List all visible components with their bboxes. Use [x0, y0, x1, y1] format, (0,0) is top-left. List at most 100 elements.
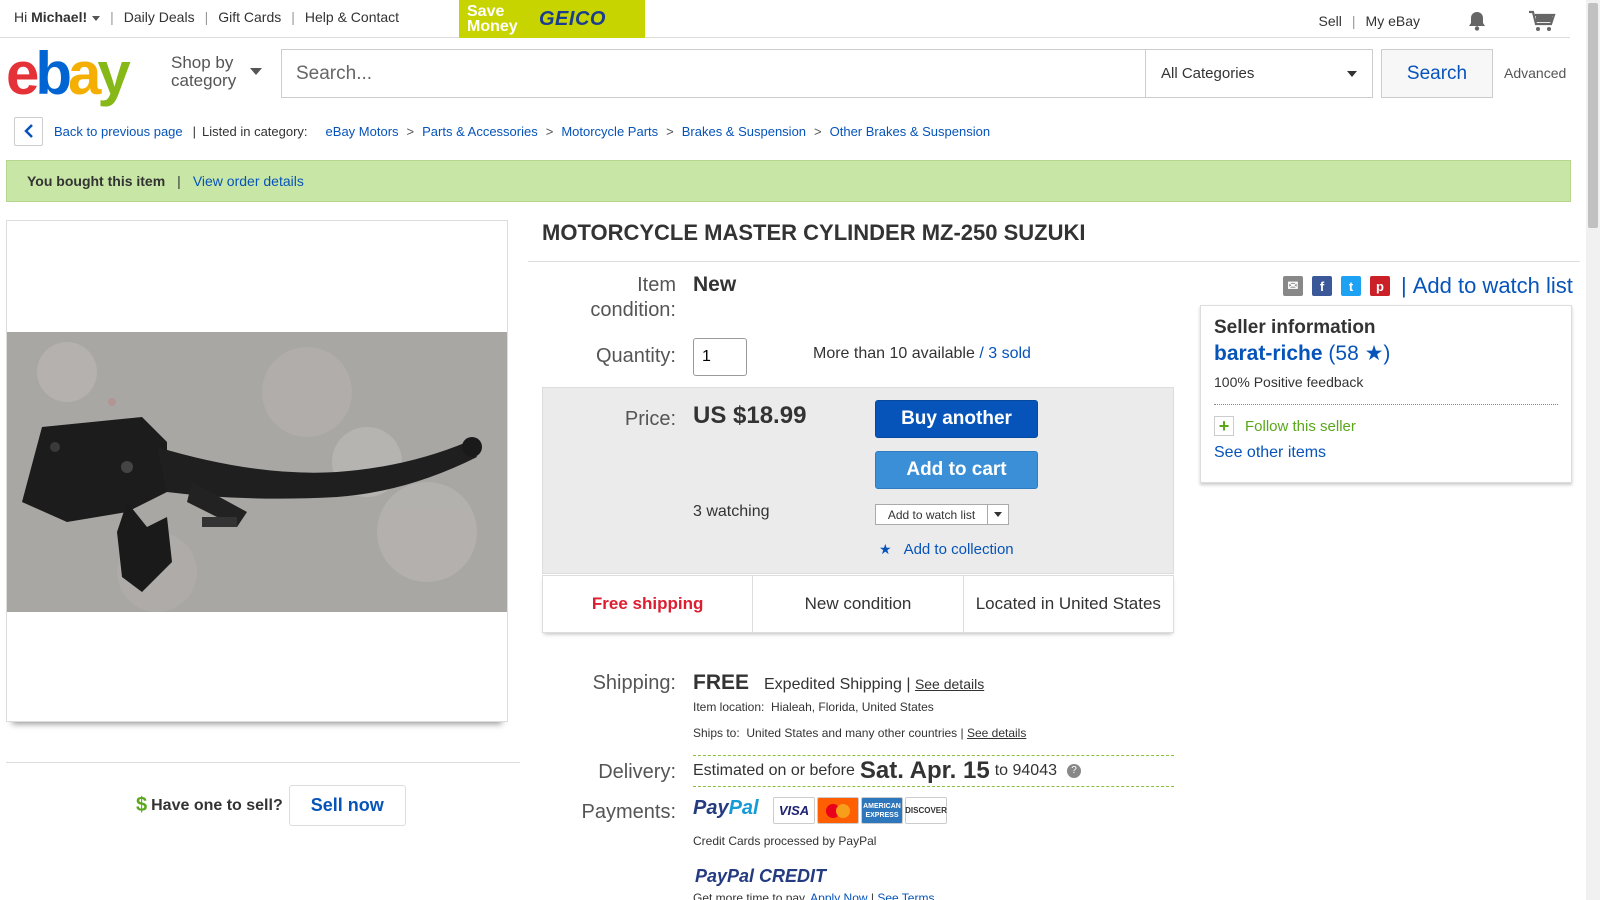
breadcrumb-separator: >	[545, 123, 554, 139]
price-value: US $18.99	[693, 402, 807, 429]
feedback-star-icon: ★	[1364, 342, 1384, 365]
breadcrumb-item-brakes-suspension[interactable]: Brakes & Suspension	[682, 124, 806, 139]
back-to-previous-link[interactable]: Back to previous page	[54, 124, 183, 139]
item-title: MOTORCYCLE MASTER CYLINDER MZ-250 SUZUKI	[542, 220, 1086, 245]
add-to-collection-link[interactable]: ★ Add to collection	[879, 541, 1014, 558]
have-one-to-sell-text: Have one to sell?	[151, 796, 283, 814]
search-bar: All Categories	[281, 49, 1373, 98]
topbar-right: Sell | My eBay	[1319, 9, 1556, 33]
price-label: Price:	[624, 408, 676, 430]
chevron-down-icon	[994, 512, 1002, 517]
search-input[interactable]	[282, 50, 1145, 97]
divider	[528, 261, 1580, 262]
sell-promo: $ Have one to sell? Sell now	[136, 785, 406, 826]
shop-by-category-button[interactable]: Shop by category	[171, 54, 262, 90]
add-to-cart-button[interactable]: Add to cart	[875, 451, 1038, 489]
main-header: ebay Shop by category All Categories Sea…	[0, 40, 1570, 110]
ebay-logo[interactable]: ebay	[6, 44, 131, 104]
ships-to-details-link[interactable]: See details	[967, 726, 1026, 740]
buy-another-button[interactable]: Buy another	[875, 400, 1038, 438]
ad-save-money-text: Save Money	[467, 3, 518, 35]
advanced-search-link[interactable]: Advanced	[1504, 65, 1566, 81]
item-image-panel[interactable]	[6, 220, 508, 722]
separator: |	[1401, 273, 1407, 298]
breadcrumb-item-ebay-motors[interactable]: eBay Motors	[326, 124, 399, 139]
paypal-credit-promo: Get more time to pay. Apply Now | See Te…	[693, 891, 935, 900]
separator: |	[1351, 13, 1356, 29]
payment-card-logos: VISA AMERICAN EXPRESS DISCOVER	[773, 797, 949, 824]
discover-logo: DISCOVER	[905, 797, 947, 824]
follow-seller-button[interactable]: + Follow this seller	[1214, 416, 1558, 436]
purchase-status-banner: You bought this item | View order detail…	[6, 160, 1571, 202]
gift-cards-link[interactable]: Gift Cards	[218, 9, 281, 25]
pinterest-icon[interactable]: p	[1370, 276, 1390, 296]
quantity-input[interactable]	[693, 338, 747, 376]
facebook-icon[interactable]: f	[1312, 276, 1332, 296]
shopping-cart-icon[interactable]	[1528, 9, 1556, 33]
geico-ad-banner[interactable]: Save Money GEICO	[459, 0, 645, 38]
star-icon: ★	[879, 541, 892, 557]
condition-label: Item condition:	[590, 274, 676, 321]
help-contact-link[interactable]: Help & Contact	[305, 9, 399, 25]
seller-name-row: barat-riche (58 ★)	[1214, 341, 1558, 366]
email-icon[interactable]: ✉	[1283, 276, 1303, 296]
dollar-icon: $	[136, 794, 148, 816]
seller-information-box: Seller information barat-riche (58 ★) 10…	[1200, 305, 1572, 483]
user-greeting[interactable]: Hi Michael!	[14, 9, 101, 25]
breadcrumb-item-other-brakes-suspension[interactable]: Other Brakes & Suspension	[830, 124, 990, 139]
seller-name-link[interactable]: barat-riche	[1214, 342, 1323, 365]
scrollbar-thumb[interactable]	[1588, 3, 1598, 228]
user-name: Michael!	[31, 9, 88, 25]
add-to-watch-list-link[interactable]: Add to watch list	[1413, 273, 1573, 299]
availability-text: More than 10 available / 3 sold	[813, 345, 1031, 362]
quantity-label: Quantity:	[595, 345, 676, 367]
item-photo[interactable]	[7, 332, 507, 612]
credit-cards-processed-text: Credit Cards processed by PayPal	[693, 834, 877, 848]
location-highlight: Located in United States	[975, 594, 1161, 613]
new-condition-highlight: New condition	[753, 576, 964, 632]
chevron-down-icon	[1347, 70, 1357, 77]
slash-separator: /	[979, 345, 984, 362]
chevron-down-icon	[250, 68, 262, 75]
back-button[interactable]	[14, 116, 43, 146]
delivery-estimate: Estimated on or before Sat. Apr. 15 to 9…	[693, 755, 1174, 787]
search-button[interactable]: Search	[1381, 49, 1493, 98]
item-location: Item location: Hialeah, Florida, United …	[693, 700, 934, 714]
seller-info-heading: Seller information	[1214, 317, 1376, 338]
ships-to: Ships to: United States and many other c…	[693, 726, 1027, 740]
topbar-left: Hi Michael! | Daily Deals | Gift Cards |…	[14, 9, 399, 25]
breadcrumb: Back to previous page | Listed in catego…	[14, 116, 990, 146]
notification-bell-icon[interactable]	[1466, 10, 1488, 32]
sell-now-button[interactable]: Sell now	[288, 785, 406, 826]
amex-logo: AMERICAN EXPRESS	[861, 797, 903, 824]
condition-value: New	[693, 273, 737, 296]
separator: |	[110, 9, 114, 25]
my-ebay-link[interactable]: My eBay	[1366, 13, 1420, 29]
delivery-label: Delivery:	[598, 761, 676, 783]
sell-link[interactable]: Sell	[1319, 13, 1342, 29]
shipping-label: Shipping:	[592, 672, 676, 694]
sold-count-link[interactable]: 3 sold	[988, 345, 1031, 362]
see-details-link[interactable]: See details	[915, 676, 984, 692]
divider	[6, 762, 520, 763]
add-to-watch-list-button[interactable]: Add to watch list	[876, 505, 988, 524]
breadcrumb-item-motorcycle-parts[interactable]: Motorcycle Parts	[561, 124, 658, 139]
watch-list-options-toggle[interactable]	[988, 505, 1008, 524]
shipping-cost: FREE	[693, 671, 750, 694]
add-to-watch-list-dropdown[interactable]: Add to watch list	[875, 504, 1009, 525]
twitter-icon[interactable]: t	[1341, 276, 1361, 296]
visa-logo: VISA	[773, 797, 815, 824]
view-order-details-link[interactable]: View order details	[193, 173, 304, 189]
page-scrollbar[interactable]	[1586, 0, 1600, 900]
breadcrumb-separator: >	[814, 123, 822, 139]
feedback-score-link[interactable]: (58 ★)	[1328, 342, 1390, 365]
daily-deals-link[interactable]: Daily Deals	[124, 9, 195, 25]
see-other-items-link[interactable]: See other items	[1214, 444, 1558, 462]
paypal-logo: PayPal	[693, 797, 759, 819]
shipping-type: Expedited Shipping | See details	[764, 676, 985, 693]
category-select[interactable]: All Categories	[1145, 50, 1372, 97]
breadcrumb-item-parts-accessories[interactable]: Parts & Accessories	[422, 124, 538, 139]
delivery-date: Sat. Apr. 15	[859, 757, 990, 784]
bought-item-text: You bought this item	[27, 173, 166, 189]
help-icon[interactable]: ?	[1067, 764, 1081, 778]
